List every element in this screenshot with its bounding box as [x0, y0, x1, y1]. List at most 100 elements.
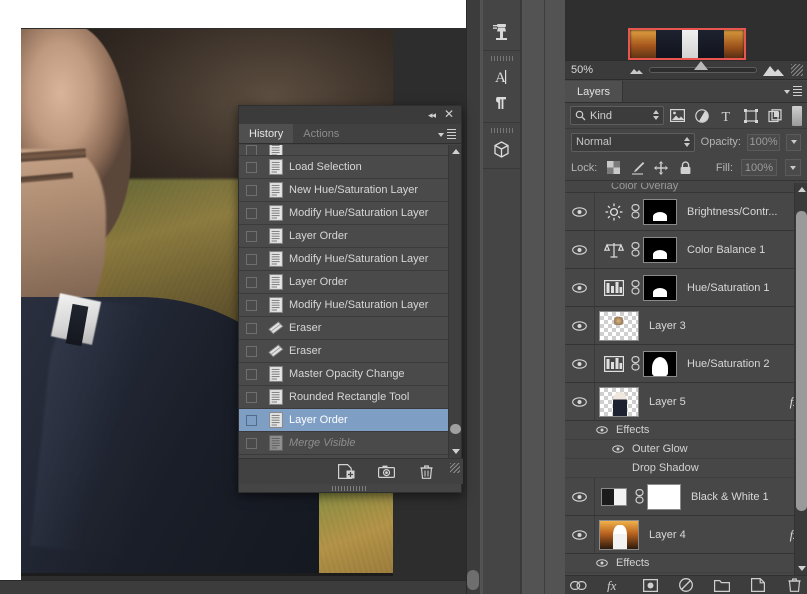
link-layers-button[interactable] — [569, 577, 587, 593]
layer-row-color-balance[interactable]: Color Balance 1 — [565, 231, 807, 269]
color-balance-icon[interactable] — [601, 237, 627, 263]
delete-layer-button[interactable] — [785, 577, 803, 593]
history-row-layer-order-2[interactable]: Layer Order — [239, 271, 461, 294]
layer-mask-link-icon[interactable] — [631, 489, 647, 504]
history-state-snapshot-checkbox[interactable] — [239, 184, 263, 196]
layer-row-black-and-white[interactable]: Black & White 1 — [565, 478, 807, 516]
history-row-modify-hue-saturation-layer-1[interactable]: Modify Hue/Saturation Layer — [239, 202, 461, 225]
paragraph-tool-button[interactable] — [487, 90, 517, 116]
lock-transparent-pixels-icon[interactable] — [605, 160, 621, 176]
clone-stamp-tool-button[interactable] — [487, 18, 517, 44]
history-row-new-hue-saturation-layer[interactable]: New Hue/Saturation Layer — [239, 179, 461, 202]
brightness-contrast-icon[interactable] — [601, 199, 627, 225]
lock-position-icon[interactable] — [653, 160, 669, 176]
history-row-modify-hue-saturation-layer-3[interactable]: Modify Hue/Saturation Layer — [239, 294, 461, 317]
layer-row-partial-color-overlay[interactable]: Color Overlay — [565, 183, 807, 193]
navigator-resize-grip[interactable] — [791, 64, 803, 76]
create-document-from-state-button[interactable] — [337, 464, 355, 480]
layer-thumbnail[interactable] — [599, 386, 639, 417]
history-row-load-selection[interactable]: Load Selection — [239, 156, 461, 179]
layer-visibility-toggle[interactable] — [565, 345, 595, 382]
layer-name[interactable]: Hue/Saturation 1 — [687, 282, 807, 294]
layers-list[interactable]: Color Overlay Brightness/Contr... Color … — [565, 183, 807, 575]
navigator-preview[interactable] — [565, 0, 807, 60]
layer-effects-group[interactable]: Effects — [565, 554, 807, 573]
scroll-up-arrow-icon[interactable] — [452, 149, 460, 154]
layer-row-layer-3[interactable]: Layer 3 — [565, 307, 807, 345]
layer-row-brightness-contrast[interactable]: Brightness/Contr... — [565, 193, 807, 231]
blend-mode-select[interactable]: Normal — [571, 132, 695, 152]
history-panel-resize-grip[interactable] — [450, 463, 460, 473]
effects-visibility-toggle[interactable] — [595, 426, 608, 434]
panel-menu-icon[interactable] — [438, 128, 456, 142]
create-snapshot-button[interactable] — [377, 464, 395, 480]
tool-group-grip-3d[interactable] — [490, 128, 513, 133]
layer-visibility-toggle[interactable] — [565, 516, 595, 553]
history-row-layer-order-selected[interactable]: Layer Order — [239, 409, 461, 432]
layer-row-hue-saturation-2[interactable]: Hue/Saturation 2 — [565, 345, 807, 383]
history-state-snapshot-checkbox[interactable] — [239, 276, 263, 288]
history-state-snapshot-checkbox[interactable] — [239, 322, 263, 334]
history-state-snapshot-checkbox[interactable] — [239, 230, 263, 242]
fill-value[interactable]: 100% — [741, 159, 777, 176]
layer-mask-thumbnail[interactable] — [643, 236, 677, 263]
history-state-snapshot-checkbox[interactable] — [239, 414, 263, 426]
navigator-thumbnail[interactable] — [628, 28, 746, 60]
history-state-snapshot-checkbox[interactable] — [239, 207, 263, 219]
layer-effect-drop-shadow[interactable]: Drop Shadow — [565, 459, 807, 478]
3d-object-tool-button[interactable] — [487, 136, 517, 162]
layer-row-hue-saturation-1[interactable]: Hue/Saturation 1 — [565, 269, 807, 307]
history-state-snapshot-checkbox[interactable] — [239, 161, 263, 173]
history-vertical-scrollbar[interactable] — [448, 145, 461, 458]
filter-pixel-layers-icon[interactable] — [666, 106, 688, 126]
history-panel-titlebar[interactable]: ◂◂ ✕ — [239, 106, 461, 124]
filter-type-layers-icon[interactable]: T — [715, 106, 737, 126]
layer-visibility-toggle[interactable] — [565, 231, 595, 268]
history-row-layer-order-1[interactable]: Layer Order — [239, 225, 461, 248]
scroll-down-arrow-icon[interactable] — [452, 449, 460, 454]
filter-smart-objects-icon[interactable] — [764, 106, 786, 126]
effects-visibility-toggle[interactable] — [595, 559, 608, 567]
delete-state-button[interactable] — [417, 464, 435, 480]
history-state-snapshot-checkbox[interactable] — [239, 345, 263, 357]
layer-name[interactable]: Brightness/Contr... — [687, 206, 807, 218]
blend-mode-spinner[interactable] — [683, 136, 690, 147]
new-layer-button[interactable] — [749, 577, 767, 593]
canvas-horizontal-scrollbar[interactable] — [0, 580, 466, 594]
layer-mask-link-icon[interactable] — [627, 242, 643, 257]
layer-mask-link-icon[interactable] — [627, 280, 643, 295]
layer-visibility-toggle[interactable] — [565, 383, 595, 420]
layer-name[interactable]: Layer 5 — [649, 396, 790, 408]
layer-visibility-toggle[interactable] — [565, 193, 595, 230]
layer-mask-thumbnail[interactable] — [643, 350, 677, 377]
history-state-snapshot-checkbox[interactable] — [239, 391, 263, 403]
zoom-out-icon[interactable] — [623, 65, 649, 75]
layer-style-button[interactable]: fx — [605, 577, 623, 593]
history-row-eraser-2[interactable]: Eraser — [239, 340, 461, 363]
layer-thumbnail[interactable] — [599, 310, 639, 341]
layer-mask-link-icon[interactable] — [627, 204, 643, 219]
scroll-up-arrow-icon[interactable] — [798, 187, 806, 192]
layer-mask-button[interactable] — [641, 577, 659, 593]
opacity-dropdown-button[interactable] — [786, 133, 801, 151]
horizontal-type-tool-button[interactable]: A — [487, 64, 517, 90]
history-states-list[interactable]: Load Selection New Hue/Saturation Layer … — [239, 145, 461, 458]
tab-history[interactable]: History — [239, 124, 294, 143]
new-group-button[interactable] — [713, 577, 731, 593]
lock-image-pixels-icon[interactable] — [629, 160, 645, 176]
layer-effects-group[interactable]: Effects — [565, 421, 807, 440]
hue-saturation-icon[interactable] — [601, 351, 627, 377]
layer-name[interactable]: Hue/Saturation 2 — [687, 358, 807, 370]
navigator-zoom-value[interactable]: 50% — [565, 64, 623, 76]
layer-name[interactable]: Layer 4 — [649, 529, 790, 541]
history-state-snapshot-checkbox[interactable] — [239, 368, 263, 380]
layer-row-layer-4[interactable]: Layer 4 fx — [565, 516, 807, 554]
opacity-value[interactable]: 100% — [747, 133, 781, 151]
layers-vertical-scrollbar[interactable] — [794, 183, 807, 575]
layer-thumbnail[interactable] — [599, 519, 639, 550]
filter-adjustment-layers-icon[interactable] — [691, 106, 713, 126]
history-row-merge-visible[interactable]: Merge Visible — [239, 432, 461, 455]
layer-visibility-toggle[interactable] — [565, 307, 595, 344]
history-row-partial[interactable] — [239, 145, 461, 156]
layers-scrollbar-thumb[interactable] — [796, 211, 807, 511]
